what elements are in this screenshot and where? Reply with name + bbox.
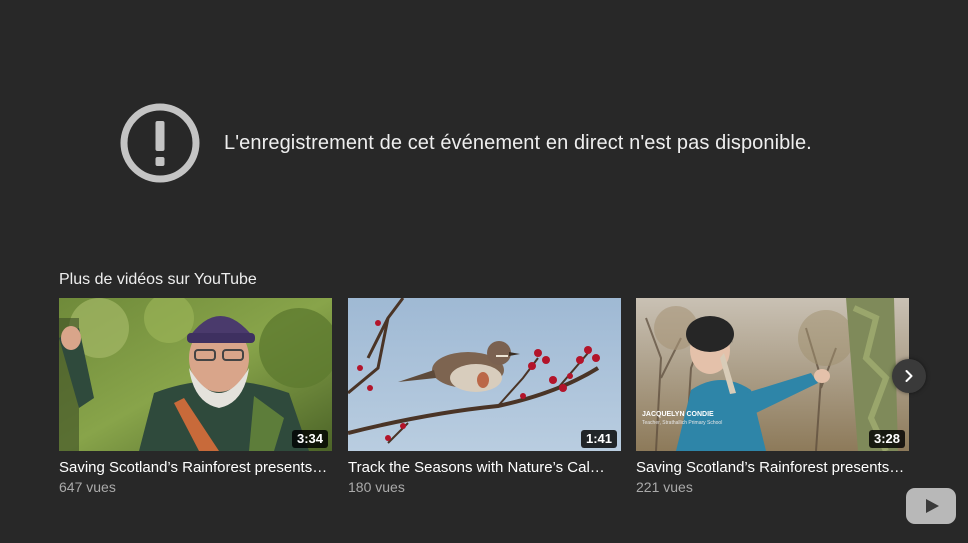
embedded-player: L'enregistrement de cet événement en dir…: [0, 0, 968, 543]
exclamation-circle-icon: [120, 103, 200, 183]
video-views: 180 vues: [348, 479, 405, 495]
video-card[interactable]: JACQUELYN CONDIE Teacher, Strathallich P…: [636, 298, 909, 495]
next-videos-button[interactable]: [892, 359, 926, 393]
error-message: L'enregistrement de cet événement en dir…: [224, 131, 812, 154]
video-title[interactable]: Saving Scotland’s Rainforest presents…: [59, 459, 332, 476]
more-videos-heading: Plus de vidéos sur YouTube: [59, 271, 257, 288]
video-duration: 3:34: [291, 430, 328, 448]
error-panel: L'enregistrement de cet événement en dir…: [120, 103, 812, 183]
video-duration: 1:41: [580, 430, 617, 448]
video-thumbnail[interactable]: 1:41: [348, 298, 621, 451]
video-views: 221 vues: [636, 479, 693, 495]
video-title[interactable]: Track the Seasons with Nature’s Cal…: [348, 459, 621, 476]
video-title[interactable]: Saving Scotland’s Rainforest presents…: [636, 459, 909, 476]
video-card[interactable]: 1:41 Track the Seasons with Nature’s Cal…: [348, 298, 621, 495]
video-card[interactable]: 3:34 Saving Scotland’s Rainforest presen…: [59, 298, 332, 495]
thumbnail-image: JACQUELYN CONDIE Teacher, Strathallich P…: [636, 298, 909, 451]
caption-name: JACQUELYN CONDIE: [642, 411, 714, 418]
video-views: 647 vues: [59, 479, 116, 495]
video-thumbnail[interactable]: 3:34: [59, 298, 332, 451]
thumbnail-image: [348, 298, 621, 451]
youtube-logo-icon[interactable]: [906, 488, 956, 524]
video-thumbnail[interactable]: JACQUELYN CONDIE Teacher, Strathallich P…: [636, 298, 909, 451]
caption-role: Teacher, Strathallich Primary School: [642, 420, 722, 426]
video-duration: 3:28: [868, 430, 905, 448]
thumbnail-image: [59, 298, 332, 451]
chevron-right-icon: [905, 370, 913, 382]
